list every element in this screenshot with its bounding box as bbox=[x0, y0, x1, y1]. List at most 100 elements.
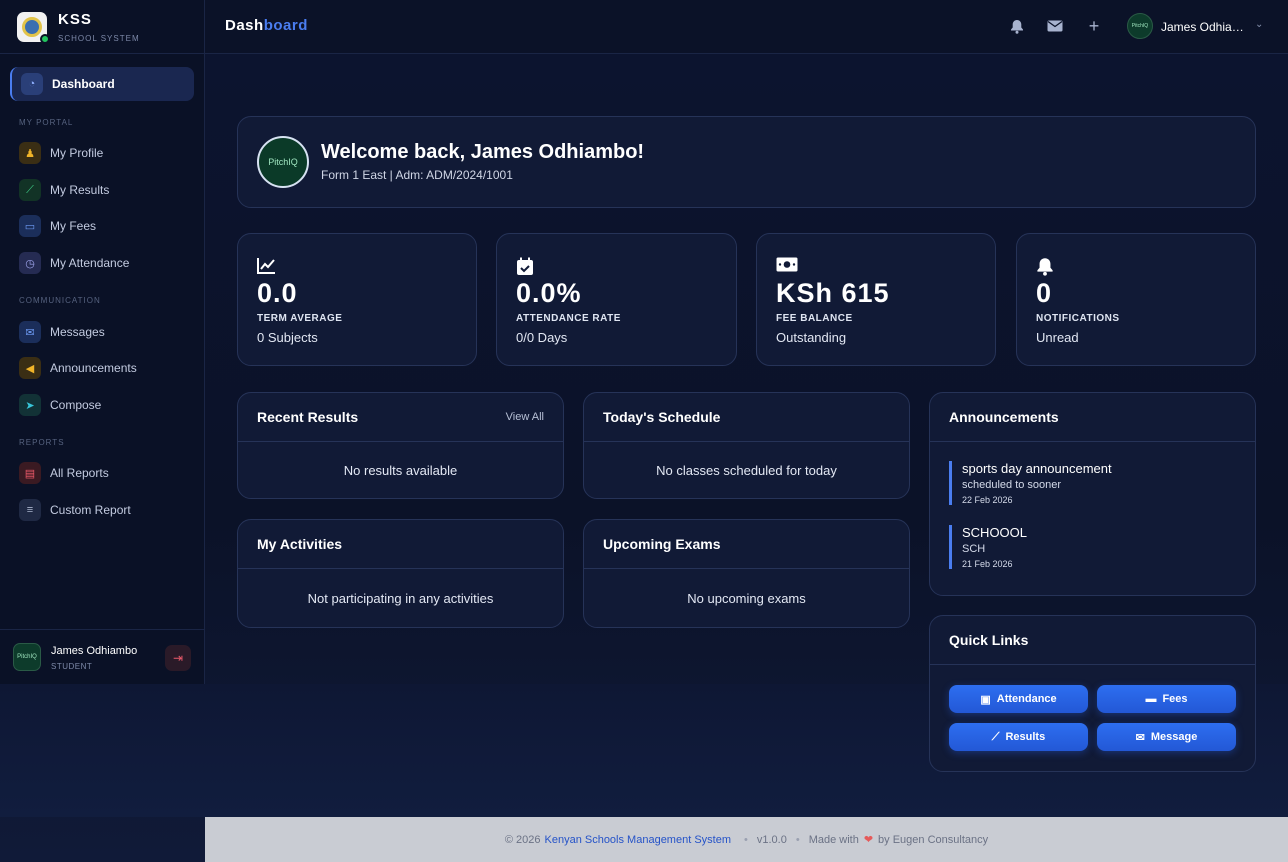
panel-header: Today's Schedule bbox=[584, 393, 909, 442]
user-graduate-icon: ♟ bbox=[19, 142, 41, 164]
header-avatar[interactable]: PitchIQ bbox=[1127, 13, 1153, 39]
recent-results-panel: Recent Results View All No results avail… bbox=[237, 392, 564, 499]
welcome-subtitle: Form 1 East | Adm: ADM/2024/1001 bbox=[321, 168, 513, 182]
sliders-icon: ≡ bbox=[19, 499, 41, 521]
chevron-down-icon[interactable]: ⌄ bbox=[1255, 19, 1263, 30]
view-all-link[interactable]: View All bbox=[506, 411, 544, 423]
sidebar-item-announcements[interactable]: ◀ Announcements bbox=[10, 351, 194, 385]
quick-link-fees-button[interactable]: ▬ Fees bbox=[1097, 685, 1236, 713]
sidebar-user-card: PitchIQ James Odhiambo STUDENT ⇥ bbox=[0, 629, 205, 684]
chart-line-icon bbox=[257, 257, 276, 279]
top-header: Dashboard + PitchIQ James Odhiambo ⌄ bbox=[205, 0, 1288, 54]
sidebar-item-label: My Attendance bbox=[50, 256, 130, 270]
schedule-panel: Today's Schedule No classes scheduled fo… bbox=[583, 392, 910, 499]
stat-label: ATTENDANCE RATE bbox=[516, 313, 621, 324]
megaphone-icon: ◀ bbox=[19, 357, 41, 379]
button-label: Fees bbox=[1162, 693, 1188, 705]
panel-title: My Activities bbox=[257, 536, 343, 552]
quick-link-attendance-button[interactable]: ▣ Attendance bbox=[949, 685, 1088, 713]
footer-version: v1.0.0 bbox=[756, 833, 787, 846]
quick-link-results-button[interactable]: ⟋ Results bbox=[949, 723, 1088, 751]
header-user-name[interactable]: James Odhiambo bbox=[1161, 20, 1249, 34]
stat-label: FEE BALANCE bbox=[776, 313, 853, 324]
brand: KSS SCHOOL SYSTEM bbox=[0, 0, 204, 54]
sidebar-item-label: My Profile bbox=[50, 146, 104, 160]
brand-subtitle: SCHOOL SYSTEM bbox=[58, 34, 140, 43]
panel-title: Today's Schedule bbox=[603, 409, 721, 425]
quick-link-message-button[interactable]: ✉ Message bbox=[1097, 723, 1236, 751]
stat-sub: Unread bbox=[1036, 330, 1079, 345]
quick-links-panel: Quick Links ▣ Attendance ▬ Fees ⟋ Results ✉… bbox=[929, 615, 1256, 772]
footer-org-link[interactable]: Kenyan Schools Management System bbox=[545, 834, 732, 846]
avatar: PitchIQ bbox=[13, 643, 41, 671]
welcome-title: Welcome back, James Odhiambo! bbox=[321, 141, 645, 163]
stat-card-notifications[interactable]: 0 NOTIFICATIONS Unread bbox=[1016, 233, 1256, 366]
announcement-title: SCHOOOL bbox=[962, 525, 1028, 540]
panel-title: Quick Links bbox=[949, 632, 1029, 648]
stat-value: KSh 615 bbox=[776, 278, 890, 308]
money-bill-icon bbox=[776, 257, 798, 277]
announcement-item[interactable]: sports day announcement scheduled to soo… bbox=[949, 461, 1239, 505]
sidebar-item-label: My Results bbox=[50, 183, 110, 197]
sidebar-item-custom-report[interactable]: ≡ Custom Report bbox=[10, 493, 194, 527]
empty-message: No classes scheduled for today bbox=[656, 463, 837, 478]
stat-sub: Outstanding bbox=[776, 330, 847, 345]
sidebar-item-label: Dashboard bbox=[52, 77, 115, 91]
sidebar-item-compose[interactable]: ➤ Compose bbox=[10, 388, 194, 422]
stat-value: 0.0% bbox=[516, 278, 582, 308]
stat-label: TERM AVERAGE bbox=[257, 313, 343, 324]
sidebar-item-my-results[interactable]: ⟋ My Results bbox=[10, 173, 194, 207]
sidebar-item-messages[interactable]: ✉ Messages bbox=[10, 315, 194, 349]
announcement-item[interactable]: SCHOOOL SCH 21 Feb 2026 bbox=[949, 525, 1239, 569]
sidebar-item-label: My Fees bbox=[50, 219, 97, 233]
sidebar-item-label: Custom Report bbox=[50, 503, 131, 517]
panel-header: My Activities bbox=[238, 520, 563, 569]
stat-sub: 0 Subjects bbox=[257, 330, 318, 345]
footer: © 2026 Kenyan Schools Management System … bbox=[205, 817, 1288, 862]
footer-copyright: © 2026 bbox=[504, 833, 541, 846]
panel-title: Upcoming Exams bbox=[603, 536, 721, 552]
envelope-icon: ✉ bbox=[19, 321, 41, 343]
empty-message: Not participating in any activities bbox=[307, 591, 494, 606]
stat-card-term-average[interactable]: 0.0 TERM AVERAGE 0 Subjects bbox=[237, 233, 477, 366]
sidebar-item-dashboard[interactable]: ◔ Dashboard bbox=[10, 67, 194, 101]
sidebar-item-label: Compose bbox=[50, 398, 102, 412]
logout-button[interactable]: ⇥ bbox=[165, 645, 191, 671]
sidebar-item-my-profile[interactable]: ♟ My Profile bbox=[10, 136, 194, 170]
chart-line-icon: ⟋ bbox=[19, 179, 41, 201]
footer-made-with: Made with bbox=[808, 833, 859, 846]
envelope-icon[interactable] bbox=[1046, 17, 1064, 35]
brand-name: KSS bbox=[58, 11, 92, 28]
footer-by: by Eugen Consultancy bbox=[878, 833, 989, 846]
announcement-date: 21 Feb 2026 bbox=[962, 559, 1013, 569]
logout-icon: ⇥ bbox=[172, 651, 184, 665]
sidebar-item-all-reports[interactable]: ▤ All Reports bbox=[10, 456, 194, 490]
stat-value: 0 bbox=[1036, 278, 1053, 308]
wallet-icon: ▭ bbox=[19, 215, 41, 237]
button-label: Attendance bbox=[996, 693, 1057, 705]
stat-value: 0.0 bbox=[257, 278, 298, 308]
panel-title: Recent Results bbox=[257, 409, 359, 425]
announcements-panel: Announcements sports day announcement sc… bbox=[929, 392, 1256, 596]
panel-header: Recent Results View All bbox=[238, 393, 563, 442]
section-my-portal: MY PORTAL bbox=[19, 118, 74, 127]
announcement-body: scheduled to sooner bbox=[962, 479, 1062, 491]
clock-icon: ◷ bbox=[19, 252, 41, 274]
sidebar-item-my-fees[interactable]: ▭ My Fees bbox=[10, 209, 194, 243]
empty-message: No upcoming exams bbox=[687, 591, 806, 606]
sidebar-item-my-attendance[interactable]: ◷ My Attendance bbox=[10, 246, 194, 280]
stat-card-fee-balance[interactable]: KSh 615 FEE BALANCE Outstanding bbox=[756, 233, 996, 366]
envelope-icon: ✉ bbox=[1135, 731, 1145, 744]
page-title: Dashboard bbox=[225, 17, 308, 34]
chart-line-icon: ⟋ bbox=[991, 730, 1000, 743]
panel-header: Upcoming Exams bbox=[584, 520, 909, 569]
button-label: Results bbox=[1005, 731, 1046, 743]
sidebar-item-label: Messages bbox=[50, 325, 105, 339]
button-label: Message bbox=[1150, 731, 1198, 743]
gauge-icon: ◔ bbox=[21, 73, 43, 95]
plus-icon[interactable]: + bbox=[1085, 16, 1103, 36]
bell-icon[interactable] bbox=[1008, 17, 1026, 35]
footer-separator: • bbox=[744, 833, 748, 846]
avatar: PitchIQ bbox=[257, 136, 309, 188]
stat-card-attendance-rate[interactable]: 0.0% ATTENDANCE RATE 0/0 Days bbox=[496, 233, 737, 366]
